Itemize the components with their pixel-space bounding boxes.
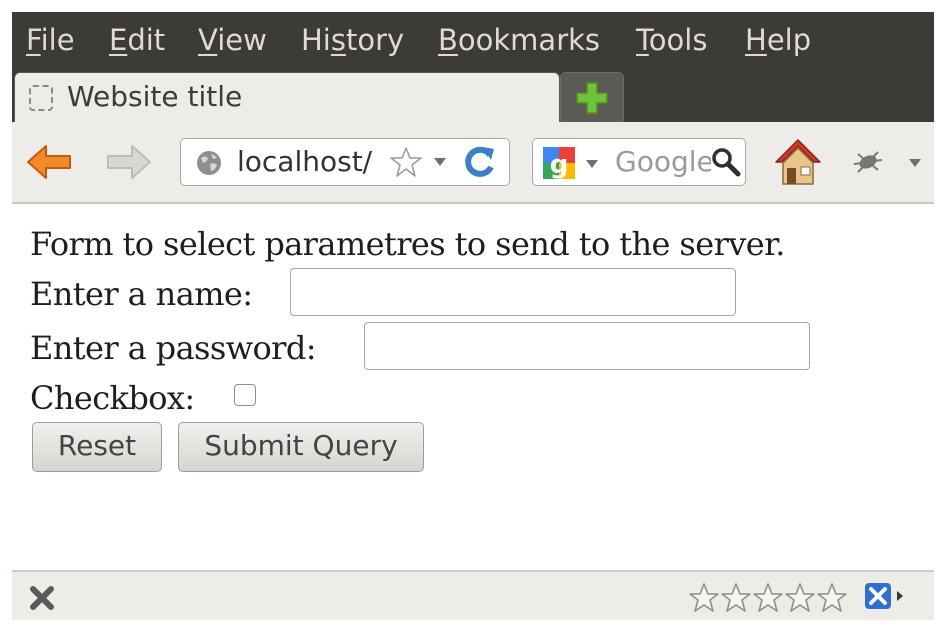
google-icon: g	[543, 147, 575, 180]
rating-star-icon[interactable]	[785, 583, 815, 612]
svg-text:g: g	[550, 150, 569, 180]
bookmark-star-icon[interactable]	[389, 145, 423, 179]
name-input[interactable]	[290, 268, 736, 316]
menu-history-pre: Hi	[301, 23, 331, 57]
menu-help-accel: H	[745, 23, 767, 57]
reload-icon[interactable]	[463, 145, 497, 179]
menu-bookmarks-accel: B	[438, 23, 458, 57]
tab-strip: Website title	[12, 68, 934, 124]
menu-edit-accel: E	[109, 23, 128, 57]
menu-edit[interactable]: Edit	[109, 22, 165, 58]
menu-view-accel: V	[198, 23, 218, 57]
menu-file[interactable]: File	[26, 22, 75, 58]
addon-bar-arrow-icon[interactable]	[896, 590, 904, 602]
plus-icon	[576, 82, 608, 114]
menu-tools-accel: T	[636, 23, 649, 57]
page-content: Form to select parametres to send to the…	[12, 204, 934, 570]
menu-help[interactable]: Help	[745, 22, 811, 58]
menu-history-label: tory	[345, 23, 405, 57]
rating-star-icon[interactable]	[689, 583, 719, 612]
form-intro-text: Form to select parametres to send to the…	[30, 225, 785, 263]
search-placeholder: Google	[615, 145, 711, 178]
menu-view[interactable]: View	[198, 22, 267, 58]
forward-arrow-icon[interactable]	[104, 142, 154, 182]
menu-history-accel: s	[330, 23, 346, 57]
menu-help-label: elp	[766, 23, 812, 57]
home-icon[interactable]	[772, 136, 824, 188]
menu-bar: File Edit View History Bookmarks Tools H…	[12, 12, 934, 68]
url-dropdown-icon[interactable]	[433, 157, 447, 167]
url-bar[interactable]: localhost/	[180, 138, 510, 186]
search-bar[interactable]: g Google	[532, 138, 746, 186]
close-icon[interactable]	[30, 586, 54, 610]
tab-title: Website title	[67, 80, 243, 113]
new-tab-button[interactable]	[560, 72, 624, 122]
search-engine-dropdown-icon[interactable]	[585, 159, 599, 169]
star-rating[interactable]	[688, 582, 852, 614]
rating-star-icon[interactable]	[721, 583, 751, 612]
tab-active[interactable]: Website title	[14, 72, 560, 124]
checkbox-label: Checkbox:	[30, 379, 195, 417]
password-label: Enter a password:	[30, 329, 317, 367]
reset-button[interactable]: Reset	[32, 422, 162, 472]
addon-bar-icon[interactable]	[864, 582, 892, 610]
menu-file-accel: F	[26, 23, 41, 57]
globe-icon	[197, 151, 221, 175]
menu-tools-label: ools	[648, 23, 708, 57]
menu-file-label: ile	[40, 23, 75, 57]
blank-page-icon	[29, 85, 53, 111]
search-icon[interactable]	[711, 147, 741, 177]
checkbox[interactable]	[234, 384, 256, 406]
rating-star-icon[interactable]	[753, 583, 783, 612]
menu-history[interactable]: History	[301, 22, 404, 58]
status-bar	[12, 570, 934, 620]
navigation-toolbar: localhost/ g Google	[12, 122, 934, 204]
menu-tools[interactable]: Tools	[636, 22, 707, 58]
menu-bookmarks[interactable]: Bookmarks	[438, 22, 600, 58]
submit-query-button[interactable]: Submit Query	[178, 422, 424, 472]
menu-edit-label: dit	[127, 23, 166, 57]
menu-bookmarks-label: ookmarks	[457, 23, 601, 57]
name-label: Enter a name:	[30, 275, 253, 313]
toolbar-overflow-icon[interactable]	[908, 158, 922, 168]
rating-star-icon[interactable]	[817, 583, 847, 612]
url-text: localhost/	[237, 145, 373, 178]
password-input[interactable]	[364, 322, 810, 370]
back-arrow-icon[interactable]	[24, 142, 74, 182]
bug-icon[interactable]	[848, 144, 888, 180]
menu-view-label: iew	[217, 23, 267, 57]
